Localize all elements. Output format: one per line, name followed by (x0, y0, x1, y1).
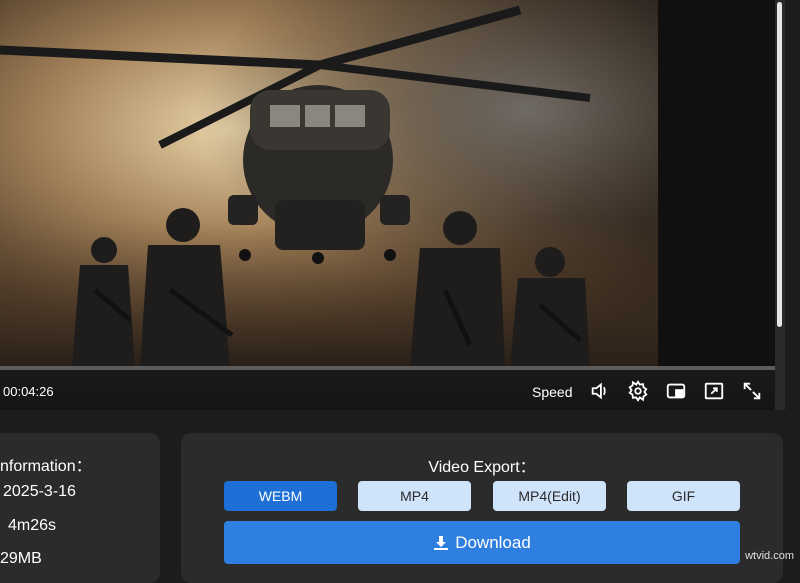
video-player[interactable]: 00:04:26 Speed (0, 0, 775, 410)
watermark-text: wtvid.com (745, 550, 794, 562)
speed-button[interactable]: Speed (532, 384, 572, 400)
format-mp4-edit-button[interactable]: MP4(Edit) (493, 481, 606, 511)
info-duration: 4m26s (8, 517, 57, 534)
volume-icon[interactable] (589, 380, 611, 402)
window-fullscreen-icon[interactable] (703, 380, 725, 402)
fullscreen-expand-icon[interactable] (741, 380, 763, 402)
format-gif-button[interactable]: GIF (627, 481, 740, 511)
format-mp4-button[interactable]: MP4 (358, 481, 471, 511)
picture-in-picture-icon[interactable] (665, 380, 687, 402)
download-button[interactable]: Download (224, 521, 740, 564)
information-title: nformation： (0, 458, 92, 475)
info-size: 29MB (0, 550, 42, 567)
current-time: 00:04:26 (3, 384, 54, 399)
video-letterbox (658, 0, 775, 366)
download-label: Download (455, 532, 531, 552)
format-webm-button[interactable]: WEBM (224, 481, 337, 511)
video-export-panel: Video Export： WEBM MP4 MP4(Edit) GIF Dow… (181, 433, 783, 583)
settings-gear-icon[interactable] (627, 380, 649, 402)
info-date: 2025-3-16 (3, 483, 76, 500)
video-frame-image (0, 0, 658, 366)
scrollbar-thumb[interactable] (777, 2, 782, 327)
player-controls: 00:04:26 Speed (0, 370, 775, 410)
export-title: Video Export： (428, 459, 536, 476)
download-icon (434, 535, 449, 550)
